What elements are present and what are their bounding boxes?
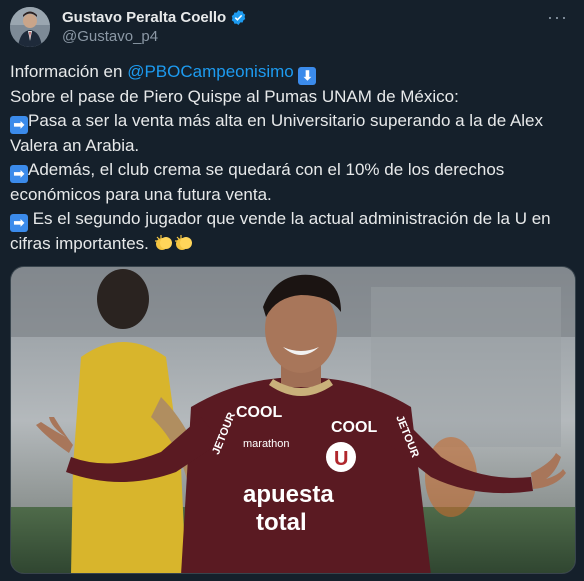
jersey-marathon-text: marathon xyxy=(243,438,289,450)
tweet-line-3: ➡ Pasa a ser la venta más alta en Univers… xyxy=(10,109,576,158)
jersey-sponsor-line2: total xyxy=(256,509,307,536)
tweet-line-3-text: Pasa a ser la venta más alta en Universi… xyxy=(10,111,544,155)
football-player-photo: COOL COOL marathon JETOUR JETOUR U apues… xyxy=(11,267,575,573)
crest-letter: U xyxy=(334,448,348,470)
tweet-line-2: Sobre el pase de Piero Quispe al Pumas U… xyxy=(10,87,459,106)
verified-badge-icon xyxy=(230,9,247,26)
mention-link[interactable]: @PBOCampeonisimo xyxy=(127,62,294,81)
tweet-text: Información en @PBOCampeonisimo ⬇ Sobre … xyxy=(10,60,576,256)
right-arrow-emoji-icon: ➡ xyxy=(10,214,28,232)
tweet-line-1-prefix: Información en xyxy=(10,62,128,81)
clapping-hands-emoji-icon xyxy=(154,234,174,252)
tweet-line-5: ➡ Es el segundo jugador que vende la act… xyxy=(10,207,576,256)
tweet-line-4: ➡ Además, el club crema se quedará con el… xyxy=(10,158,576,207)
tweet-card[interactable]: Gustavo Peralta Coello @Gustavo_p4 ··· I… xyxy=(0,0,584,581)
jersey-cool-right-text: COOL xyxy=(331,419,377,436)
author-display-name[interactable]: Gustavo Peralta Coello xyxy=(62,8,226,27)
tweet-line-4-text: Además, el club crema se quedará con el … xyxy=(10,160,505,204)
tweet-line-5-text: Es el segundo jugador que vende la actua… xyxy=(10,209,551,253)
right-arrow-emoji-icon: ➡ xyxy=(10,165,28,183)
tweet-header: Gustavo Peralta Coello @Gustavo_p4 ··· xyxy=(10,7,574,51)
more-options-icon[interactable]: ··· xyxy=(547,7,568,28)
jersey-sponsor-line1: apuesta xyxy=(243,481,334,508)
author-names: Gustavo Peralta Coello @Gustavo_p4 xyxy=(62,8,247,47)
right-arrow-emoji-icon: ➡ xyxy=(10,116,28,134)
jersey-cool-left-text: COOL xyxy=(236,404,282,421)
down-arrow-emoji-icon: ⬇ xyxy=(298,67,317,85)
author-handle[interactable]: @Gustavo_p4 xyxy=(62,27,247,47)
tweet-line-1: Información en @PBOCampeonisimo ⬇ xyxy=(10,60,576,85)
name-row: Gustavo Peralta Coello xyxy=(62,8,247,27)
author-avatar[interactable] xyxy=(10,7,50,47)
clapping-hands-emoji-icon xyxy=(174,234,194,252)
tweet-media-photo[interactable]: COOL COOL marathon JETOUR JETOUR U apues… xyxy=(10,266,576,574)
